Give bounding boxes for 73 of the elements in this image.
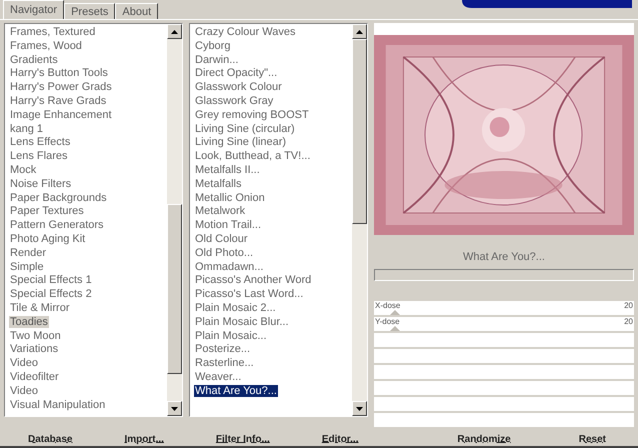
list-item[interactable]: Darwin...	[194, 54, 240, 66]
list-item[interactable]: Lens Flares	[9, 150, 68, 162]
list-item[interactable]: Frames, Wood	[9, 40, 83, 52]
tab[interactable]: Presets	[64, 3, 116, 19]
scroll-up-button[interactable]	[352, 24, 367, 39]
list-item[interactable]: Variations	[9, 343, 60, 356]
list-item[interactable]: Picasso's Another Word	[194, 274, 312, 286]
list-item[interactable]: What Are You?...	[194, 384, 278, 397]
list-item[interactable]: Toadies	[9, 316, 49, 328]
list-item[interactable]: Rasterline...	[194, 357, 255, 370]
list-item[interactable]: Video	[9, 384, 39, 397]
list-item[interactable]: Grey removing BOOST	[194, 108, 310, 121]
list-item[interactable]: Picasso's Last Word...	[194, 288, 304, 300]
list-item[interactable]: Old Photo...	[194, 246, 254, 259]
slider-value: 20	[624, 316, 633, 326]
list-item[interactable]: kang 1	[9, 122, 44, 135]
scroll-up-button[interactable]	[167, 24, 182, 39]
list-item[interactable]: Photo Aging Kit	[9, 232, 86, 245]
list-item[interactable]: Mock	[9, 164, 38, 176]
up-arrow-icon	[171, 30, 178, 34]
scrollbar-thumb[interactable]	[352, 39, 367, 224]
list-item[interactable]: Weaver...	[194, 370, 242, 383]
list-item[interactable]: Paper Textures	[9, 205, 85, 218]
list-item[interactable]: Direct Opacity"...	[194, 67, 278, 80]
list-item[interactable]: Living Sine (circular)	[194, 122, 296, 135]
list-item[interactable]: Tile & Mirror	[9, 302, 70, 314]
list-item[interactable]: Glasswork Colour	[194, 81, 283, 94]
list-item[interactable]: Posterize...	[194, 343, 252, 356]
tab[interactable]: About	[115, 3, 158, 19]
scrollbar-thumb[interactable]	[167, 204, 182, 374]
list-item[interactable]: Lens Effects	[9, 136, 72, 148]
list-item[interactable]: Metallic Onion	[194, 192, 266, 204]
scroll-down-button[interactable]	[167, 401, 182, 416]
list-item[interactable]: Metalwork	[194, 205, 246, 218]
list-item[interactable]: Living Sine (linear)	[194, 136, 288, 148]
slider-label: X-dose	[375, 300, 400, 310]
list-item[interactable]: Plain Mosaic 2...	[194, 302, 277, 314]
up-arrow-icon	[356, 30, 363, 34]
list-item[interactable]: Harry's Rave Grads	[9, 94, 108, 107]
list-item[interactable]: Render	[9, 246, 48, 259]
filter-name: What Are You?...	[462, 250, 546, 265]
tab[interactable]: Navigator	[3, 0, 64, 19]
list-item[interactable]: Metalfalls II...	[194, 164, 261, 176]
list-item[interactable]: Two Moon	[9, 330, 62, 342]
list-item[interactable]: Cyborg	[194, 40, 232, 52]
list-item[interactable]: Pattern Generators	[9, 219, 105, 232]
list-item[interactable]: Frames, Textured	[9, 26, 96, 38]
list-item[interactable]: Glasswork Gray	[194, 94, 274, 107]
list-item[interactable]: Video	[9, 357, 39, 370]
list-item[interactable]: Metalfalls	[194, 178, 242, 190]
down-arrow-icon	[171, 406, 178, 410]
list-item[interactable]: Special Effects 2	[9, 288, 93, 300]
list-item[interactable]: Paper Backgrounds	[9, 192, 108, 204]
list-item[interactable]: Noise Filters	[9, 178, 72, 190]
down-arrow-icon	[356, 406, 363, 410]
list-item[interactable]: Simple	[9, 260, 45, 273]
list-item[interactable]: Visual Manipulation	[9, 398, 106, 411]
list-item[interactable]: Ommadawn...	[194, 260, 264, 273]
list-item[interactable]: Special Effects 1	[9, 274, 93, 286]
list-item[interactable]: Old Colour	[194, 232, 249, 245]
list-item[interactable]: Harry's Button Tools	[9, 67, 109, 80]
list-item[interactable]: Videofilter	[9, 370, 60, 383]
list-item[interactable]: Gradients	[9, 54, 59, 66]
list-item[interactable]: Crazy Colour Waves	[194, 26, 296, 38]
list-item[interactable]: Look, Butthead, a TV!...	[194, 150, 312, 162]
list-item[interactable]: Plain Mosaic...	[194, 330, 268, 342]
list-item[interactable]: Image Enhancement	[9, 108, 113, 121]
slider-label: Y-dose	[375, 316, 400, 326]
list-item[interactable]: Plain Mosaic Blur...	[194, 316, 290, 328]
slider-value: 20	[624, 300, 633, 310]
scroll-down-button[interactable]	[352, 401, 367, 416]
list-item[interactable]: Harry's Power Grads	[9, 81, 113, 94]
list-item[interactable]: Motion Trail...	[194, 219, 262, 232]
